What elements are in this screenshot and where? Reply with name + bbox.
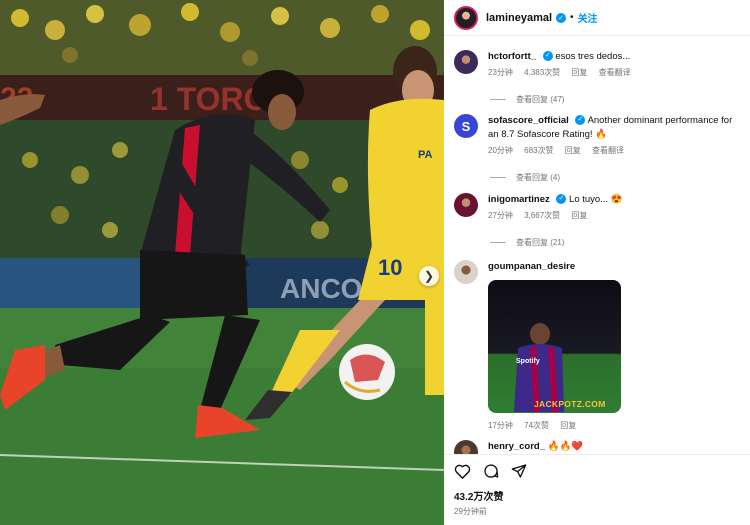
- follow-button[interactable]: 关注: [578, 10, 598, 25]
- commenter-avatar[interactable]: [454, 440, 478, 454]
- view-replies-label: 查看回复 (47): [516, 95, 565, 104]
- post-actions: 43.2万次赞 29分钟前: [444, 454, 750, 525]
- commenter-avatar[interactable]: [454, 260, 478, 284]
- gif-brand: JACKPOTZ.COM: [534, 399, 606, 409]
- comment-username[interactable]: inigomartinez: [488, 194, 550, 205]
- next-photo-button[interactable]: ❯: [419, 266, 439, 286]
- post-header: lamineyamal ✓ • 关注: [444, 0, 750, 36]
- comment-username[interactable]: hctorfortt_: [488, 51, 536, 62]
- comments-list[interactable]: hctorfortt_ ✓ esos tres dedos... 23分钟 4,…: [444, 36, 750, 454]
- view-replies-label: 查看回复 (4): [516, 173, 560, 182]
- football: [339, 344, 395, 400]
- post-panel: lamineyamal ✓ • 关注 hctorfortt_ ✓ esos tr…: [444, 0, 750, 525]
- comment-likes[interactable]: 4,383次赞: [524, 68, 560, 77]
- comment-item: hctorfortt_ ✓ esos tres dedos... 23分钟 4,…: [454, 50, 744, 105]
- comment-item: S sofascore_official ✓ Another dominant …: [454, 114, 744, 183]
- chevron-right-icon: ❯: [423, 269, 435, 283]
- heart-icon[interactable]: [454, 463, 471, 479]
- commenter-avatar[interactable]: [454, 50, 478, 74]
- commenter-avatar[interactable]: [454, 193, 478, 217]
- comment-age: 27分钟: [488, 211, 513, 220]
- verified-icon: ✓: [556, 194, 567, 205]
- comment-item: henry_cord_ 🔥🔥❤️: [454, 440, 744, 454]
- comment-gif[interactable]: Spotify JACKPOTZ.COM: [488, 280, 621, 413]
- player-number: 10: [378, 255, 402, 280]
- comment-item: goumpanan_desire Spotify JACKPOTZ.COM 17…: [454, 260, 744, 433]
- comment-text: esos tres dedos...: [555, 51, 631, 62]
- view-replies-button[interactable]: 查看回复 (4): [490, 172, 744, 183]
- post-photo[interactable]: 22 1 TORCID ANCON PA 10: [0, 0, 444, 525]
- comment-icon[interactable]: [483, 463, 499, 479]
- reply-button[interactable]: 回复: [560, 421, 576, 430]
- translate-button[interactable]: 查看翻译: [599, 68, 631, 77]
- comment-username[interactable]: henry_cord_: [488, 441, 545, 452]
- replies-line: [490, 99, 506, 100]
- view-replies-button[interactable]: 查看回复 (21): [490, 237, 744, 248]
- gif-sponsor: Spotify: [516, 358, 540, 365]
- post-username[interactable]: lamineyamal: [486, 12, 552, 24]
- avatar[interactable]: [454, 5, 478, 30]
- verified-icon: ✓: [542, 51, 553, 62]
- comment-text: 🔥🔥❤️: [547, 441, 584, 452]
- comment-username[interactable]: sofascore_official: [488, 115, 569, 126]
- reply-button[interactable]: 回复: [571, 211, 587, 220]
- verified-icon: ✓: [556, 12, 567, 23]
- sponsor-text: PA: [418, 149, 433, 161]
- comment-likes[interactable]: 3,667次赞: [524, 211, 560, 220]
- post-time: 29分钟前: [454, 507, 487, 516]
- comment-username[interactable]: goumpanan_desire: [488, 261, 575, 272]
- separator-dot: •: [570, 12, 574, 23]
- translate-button[interactable]: 查看翻译: [592, 146, 624, 155]
- verified-icon: ✓: [575, 115, 586, 126]
- comment-age: 23分钟: [488, 68, 513, 77]
- replies-line: [490, 177, 506, 178]
- reply-button[interactable]: 回复: [571, 68, 587, 77]
- comment-text: Lo tuyo... 😍: [569, 194, 623, 205]
- comment-age: 17分钟: [488, 421, 513, 430]
- comment-item: inigomartinez ✓ Lo tuyo... 😍 27分钟 3,667次…: [454, 193, 744, 248]
- comment-age: 20分钟: [488, 146, 513, 155]
- view-replies-button[interactable]: 查看回复 (47): [490, 94, 744, 105]
- comment-likes[interactable]: 683次赞: [524, 146, 553, 155]
- view-replies-label: 查看回复 (21): [516, 238, 565, 247]
- comment-likes[interactable]: 74次赞: [524, 421, 549, 430]
- commenter-avatar[interactable]: S: [454, 114, 478, 138]
- like-count[interactable]: 43.2万次赞: [454, 488, 750, 503]
- photo-illustration: 22 1 TORCID ANCON PA 10: [0, 0, 444, 525]
- replies-line: [490, 242, 506, 243]
- reply-button[interactable]: 回复: [565, 146, 581, 155]
- share-icon[interactable]: [511, 463, 527, 479]
